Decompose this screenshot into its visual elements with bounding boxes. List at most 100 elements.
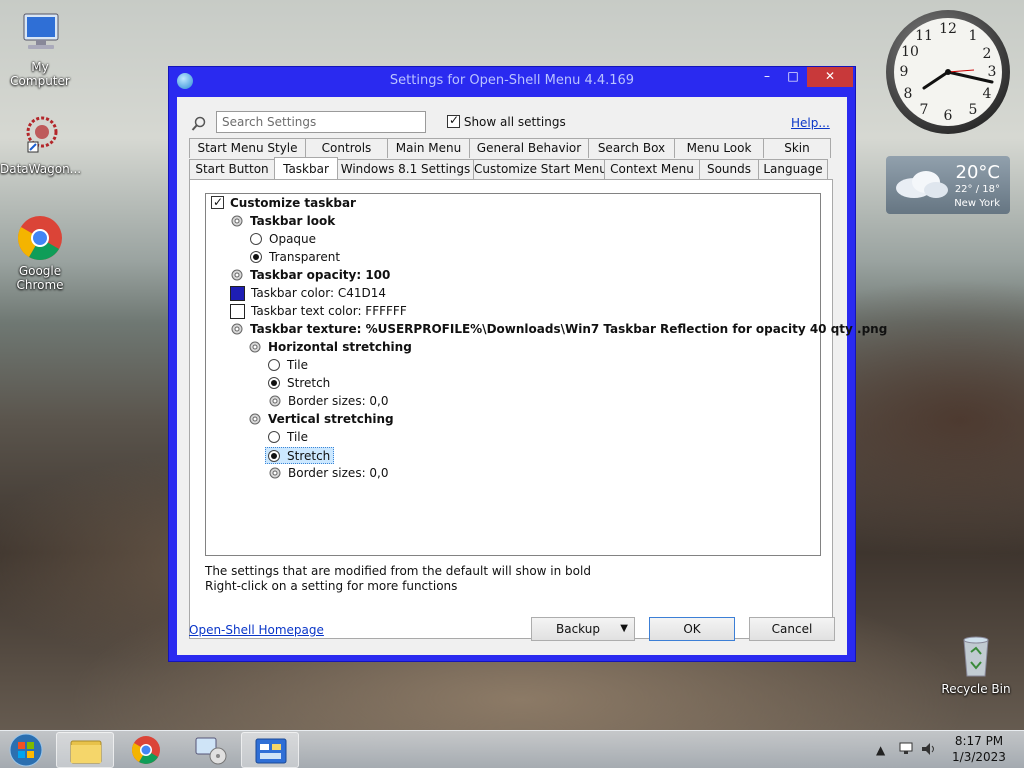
desktop-icon-label: Recycle Bin xyxy=(941,682,1011,696)
tab-customize-start-menu[interactable]: Customize Start Menu xyxy=(473,159,607,179)
show-hidden-icons-icon[interactable]: ▲ xyxy=(876,743,885,757)
taskbar-text-color-swatch[interactable] xyxy=(230,304,245,319)
tree-item-v-tile[interactable]: Tile xyxy=(268,429,308,446)
footnote-bold-info: The settings that are modified from the … xyxy=(205,564,591,578)
tree-item-opaque[interactable]: Opaque xyxy=(250,231,316,248)
datawagon-icon xyxy=(26,116,58,153)
tree-item-taskbar-opacity[interactable]: Taskbar opacity: 100 xyxy=(230,267,390,284)
h-stretch-radio[interactable] xyxy=(268,377,280,389)
tree-item-label: Horizontal stretching xyxy=(268,340,412,354)
show-all-settings-label: Show all settings xyxy=(463,115,566,129)
tab-controls[interactable]: Controls xyxy=(305,138,388,158)
tab-menu-look[interactable]: Menu Look xyxy=(674,138,764,158)
tree-item-vertical-stretching[interactable]: Vertical stretching xyxy=(248,411,394,428)
opaque-radio[interactable] xyxy=(250,233,262,245)
taskbar-tab-panel: Customize taskbar Taskbar look Opaque Tr… xyxy=(189,179,887,639)
desktop-icon-label: My Computer xyxy=(10,60,70,88)
tree-item-taskbar-look[interactable]: Taskbar look xyxy=(230,213,335,230)
settings-tree[interactable]: Customize taskbar Taskbar look Opaque Tr… xyxy=(205,193,887,556)
desktop-icon-my-computer[interactable]: My Computer xyxy=(0,10,80,88)
weather-city: New York xyxy=(954,198,1000,209)
tab-start-menu-style[interactable]: Start Menu Style xyxy=(189,138,306,158)
tree-item-taskbar-text-color[interactable]: Taskbar text color: FFFFFF xyxy=(230,303,407,320)
taskbar-color-swatch[interactable] xyxy=(230,286,245,301)
v-tile-radio[interactable] xyxy=(268,431,280,443)
clock-hands xyxy=(922,69,994,90)
tab-search-box[interactable]: Search Box xyxy=(588,138,675,158)
tab-skin[interactable]: Skin xyxy=(763,138,831,158)
taskbar-media-player[interactable] xyxy=(180,732,238,768)
tab-main-menu[interactable]: Main Menu xyxy=(387,138,470,158)
tab-context-menu[interactable]: Context Menu xyxy=(604,159,700,179)
search-icon xyxy=(191,116,206,131)
customize-taskbar-checkbox[interactable] xyxy=(211,194,224,211)
tree-item-customize-taskbar[interactable]: Customize taskbar xyxy=(211,194,356,212)
weather-gadget[interactable]: 20°C 22° / 18° New York xyxy=(886,156,1010,214)
ok-button[interactable]: OK xyxy=(649,617,735,641)
tab-taskbar[interactable]: Taskbar xyxy=(274,157,338,179)
network-icon[interactable] xyxy=(898,741,914,757)
volume-icon[interactable] xyxy=(920,741,938,757)
tree-item-h-stretch[interactable]: Stretch xyxy=(268,375,330,392)
search-input[interactable] xyxy=(216,111,426,133)
tree-item-v-border-sizes[interactable]: Border sizes: 0,0 xyxy=(268,465,389,482)
tree-item-horizontal-stretching[interactable]: Horizontal stretching xyxy=(248,339,412,356)
footnote-right-click: Right-click on a setting for more functi… xyxy=(205,579,458,593)
taskbar-explorer[interactable] xyxy=(56,732,114,768)
tab-start-button[interactable]: Start Button xyxy=(189,159,275,179)
tree-item-transparent[interactable]: Transparent xyxy=(250,249,340,266)
window-client-area: Show all settings Help... Start Menu Sty… xyxy=(177,97,887,655)
close-button[interactable]: ✕ xyxy=(807,67,853,87)
tab-row-2: Start Button Taskbar Windows 8.1 Setting… xyxy=(189,157,828,179)
tray-clock[interactable]: 8:17 PM 1/3/2023 xyxy=(944,733,1014,765)
dropdown-arrow-icon: ▼ xyxy=(620,623,628,634)
tree-item-label: Customize taskbar xyxy=(230,196,356,210)
desktop-icon-datawagon[interactable]: DataWagon... xyxy=(0,112,81,176)
tab-general-behavior[interactable]: General Behavior xyxy=(469,138,589,158)
maximize-button[interactable]: □ xyxy=(780,67,806,87)
clock-gadget[interactable]: 12 1 2 3 4 5 6 7 8 9 10 11 xyxy=(886,10,1010,134)
desktop-icon-label: Google Chrome xyxy=(16,264,64,292)
help-link[interactable]: Help... xyxy=(791,116,830,130)
recycle-bin-icon xyxy=(963,636,989,677)
tab-windows-8-1-settings[interactable]: Windows 8.1 Settings xyxy=(337,159,474,179)
desktop-icon-google-chrome[interactable]: Google Chrome xyxy=(0,214,80,292)
folder-icon xyxy=(70,740,102,764)
tree-item-label: Border sizes: 0,0 xyxy=(288,466,389,480)
v-stretch-radio[interactable] xyxy=(268,450,280,462)
chrome-icon xyxy=(132,736,160,764)
title-bar[interactable]: Settings for Open-Shell Menu 4.4.169 – □… xyxy=(169,67,855,95)
backup-button[interactable]: Backup ▼ xyxy=(531,617,635,641)
start-button[interactable] xyxy=(4,732,48,768)
tree-item-h-border-sizes[interactable]: Border sizes: 0,0 xyxy=(268,393,389,410)
open-shell-homepage-link[interactable]: Open-Shell Homepage xyxy=(189,623,324,637)
tree-item-taskbar-texture[interactable]: Taskbar texture: %USERPROFILE%\Downloads… xyxy=(230,321,887,338)
cloud-icon xyxy=(896,171,948,198)
tab-sounds[interactable]: Sounds xyxy=(699,159,759,179)
tree-item-label: Border sizes: 0,0 xyxy=(288,394,389,408)
tree-item-taskbar-color[interactable]: Taskbar color: C41D14 xyxy=(230,285,386,302)
gear-icon xyxy=(269,395,281,407)
tree-item-label: Transparent xyxy=(269,250,341,264)
transparent-radio[interactable] xyxy=(250,251,262,263)
taskbar-chrome[interactable] xyxy=(117,732,175,768)
desktop-icon-recycle-bin[interactable]: Recycle Bin xyxy=(936,632,1016,696)
weather-temperature: 20°C xyxy=(955,162,1000,183)
tree-item-label: Taskbar look xyxy=(250,214,336,228)
tree-item-h-tile[interactable]: Tile xyxy=(268,357,308,374)
tree-item-v-stretch[interactable]: Stretch xyxy=(265,447,335,464)
gear-icon xyxy=(249,341,261,353)
gear-icon xyxy=(231,323,243,335)
checkbox-checked[interactable] xyxy=(447,113,460,128)
tab-language[interactable]: Language xyxy=(758,159,828,179)
taskbar: ▲ 8:17 PM 1/3/2023 xyxy=(0,730,1024,768)
show-all-settings-checkbox[interactable]: Show all settings xyxy=(447,113,566,129)
h-tile-radio[interactable] xyxy=(268,359,280,371)
taskbar-open-shell-settings[interactable] xyxy=(241,732,299,768)
cancel-button[interactable]: Cancel xyxy=(749,617,835,641)
tree-item-label: Stretch xyxy=(287,376,331,390)
weather-range: 22° / 18° xyxy=(954,184,1000,195)
chrome-icon xyxy=(18,216,62,260)
minimize-button[interactable]: – xyxy=(754,67,780,87)
tree-item-label: Taskbar opacity: 100 xyxy=(250,268,391,282)
